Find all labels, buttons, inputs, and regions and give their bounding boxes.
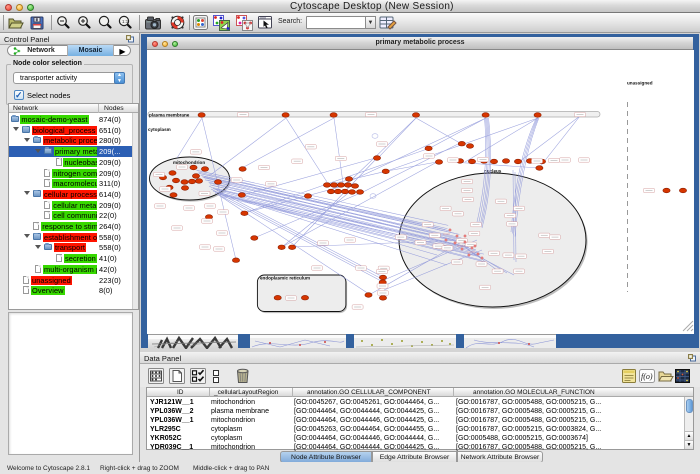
svg-text:f(o): f(o) xyxy=(641,372,653,381)
svg-text:endoplasmic reticulum: endoplasmic reticulum xyxy=(260,276,310,281)
svg-text:plasma membrane: plasma membrane xyxy=(149,113,190,118)
svg-text:1:1: 1:1 xyxy=(122,19,129,24)
svg-text:nucleus: nucleus xyxy=(484,169,502,174)
svg-text:mitochondrion: mitochondrion xyxy=(173,160,205,165)
svg-text:unassigned: unassigned xyxy=(627,81,653,86)
svg-text:cytoplasm: cytoplasm xyxy=(148,127,171,132)
